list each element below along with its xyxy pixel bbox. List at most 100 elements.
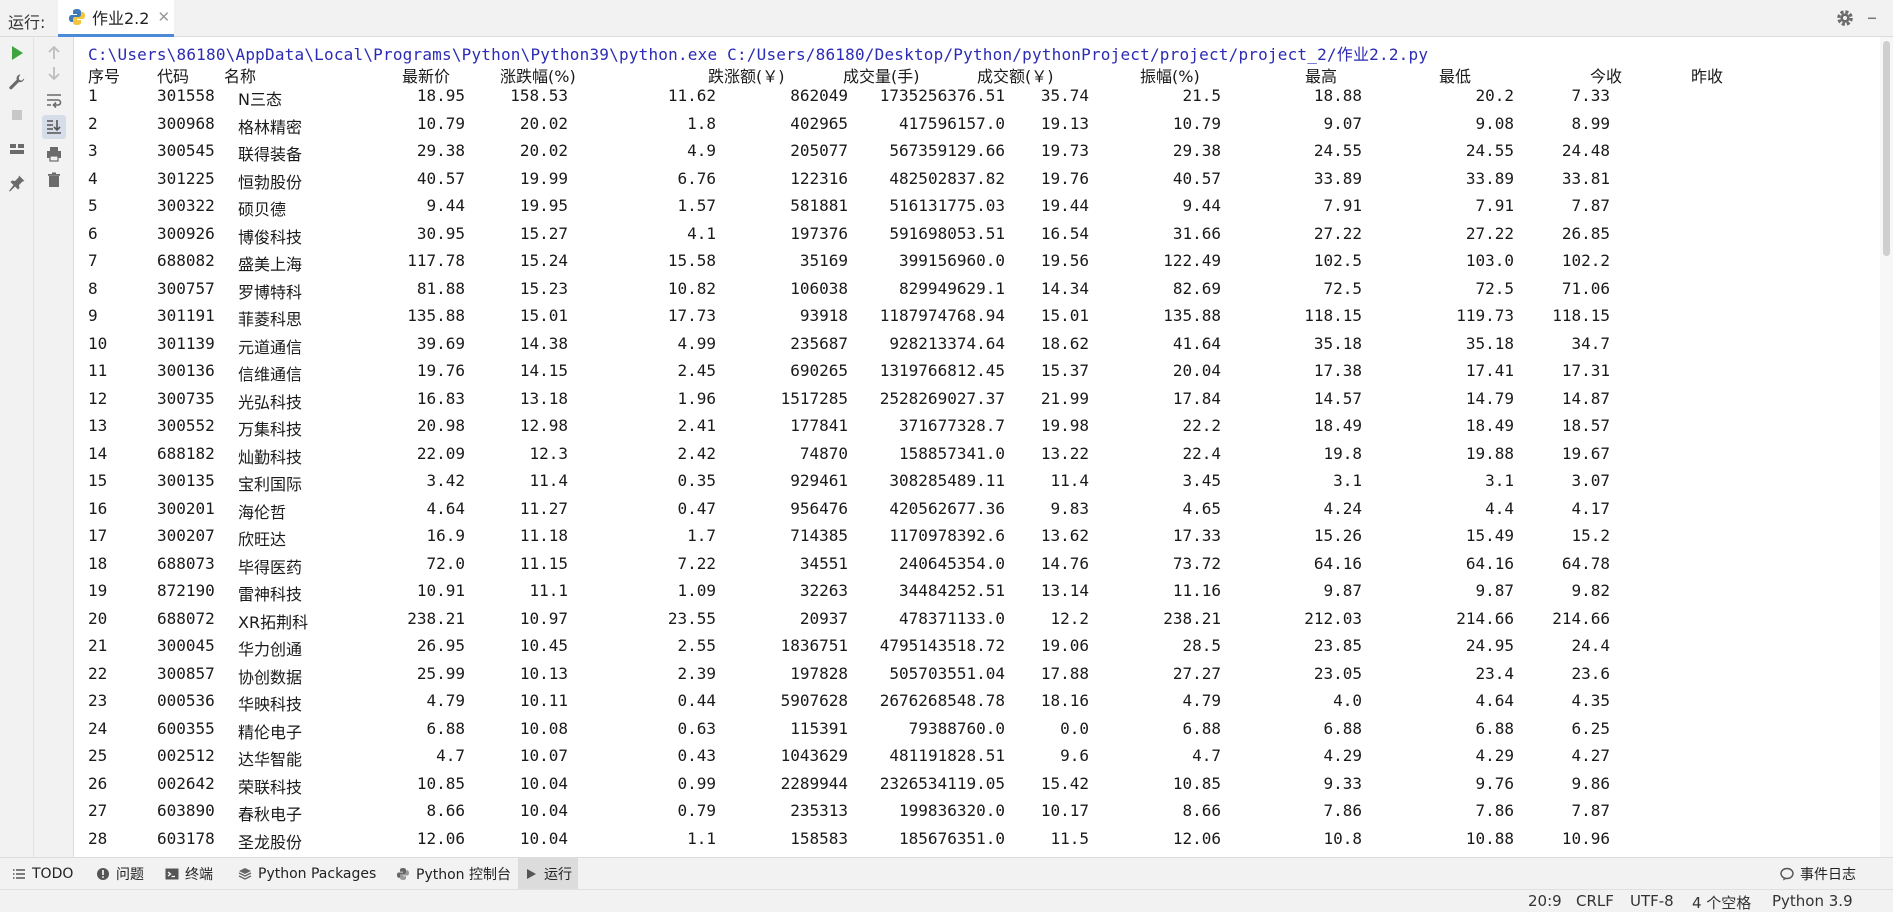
cell-turnover: 1319766812.45 [879, 361, 1005, 380]
rerun-button[interactable] [5, 41, 29, 65]
tab-run[interactable]: 运行 [518, 858, 578, 890]
cell-prev-close: 7.87 [1571, 196, 1610, 215]
cell-index: 1 [88, 86, 98, 105]
minimize-icon[interactable]: – [1867, 6, 1885, 28]
scrollbar-thumb[interactable] [1883, 41, 1890, 256]
run-tab[interactable]: 作业2.2 ✕ [58, 0, 174, 37]
cell-turnover: 516131775.03 [889, 196, 1005, 215]
cell-amplitude: 35.74 [1040, 86, 1089, 105]
cell-open: 14.79 [1465, 388, 1514, 408]
print-button[interactable] [42, 142, 66, 166]
cell-price: 10.91 [416, 581, 465, 600]
cell-name: 灿勤科技 [238, 447, 303, 467]
cell-change-pct: 15.24 [519, 251, 568, 270]
stop-button[interactable] [5, 103, 29, 127]
cell-amplitude: 14.76 [1040, 553, 1089, 573]
table-row: 17 300207 欣旺达 16.9 11.18 1.7 714385 1170978392.… [74, 526, 1880, 553]
cell-change-pct: 11.4 [529, 471, 568, 490]
cell-open: 33.89 [1465, 168, 1514, 188]
cell-low: 4.29 [1323, 746, 1362, 765]
cell-turnover: 417596157.0 [899, 113, 1005, 133]
caret-position[interactable]: 20:9 [1528, 892, 1562, 910]
cell-low: 35.18 [1313, 333, 1362, 353]
cell-volume: 197376 [790, 223, 848, 243]
console-output[interactable]: C:\Users\86180\AppData\Local\Programs\Py… [74, 37, 1880, 857]
cell-index: 7 [88, 251, 98, 270]
table-row: 6 300926 博俊科技 30.95 15.27 4.1 197376 591698053.… [74, 224, 1880, 251]
cell-amplitude: 12.2 [1050, 608, 1089, 628]
run-tool-window-header: 运行: 作业2.2 ✕ – [0, 0, 1893, 37]
edit-configuration-button[interactable] [5, 70, 29, 94]
cell-price: 4.79 [426, 691, 465, 710]
cell-code: 300136 [157, 361, 215, 380]
cell-amplitude: 15.42 [1040, 773, 1089, 793]
cell-change-pct: 11.27 [519, 498, 568, 518]
cell-name: 达华智能 [238, 750, 303, 769]
cell-code: 688073 [157, 553, 215, 573]
cell-name: 格林精密 [238, 117, 303, 137]
cell-high: 29.38 [1172, 141, 1221, 160]
cell-open: 9.87 [1475, 581, 1514, 600]
cell-amplitude: 11.5 [1050, 828, 1089, 848]
clear-all-button[interactable] [42, 168, 66, 192]
layout-button[interactable] [5, 137, 29, 161]
cell-low: 15.26 [1313, 526, 1362, 545]
tab-terminal[interactable]: 终端 [159, 858, 219, 890]
cell-low: 118.15 [1304, 306, 1362, 325]
cell-name: 华力创通 [238, 640, 303, 659]
cell-volume: 1836751 [780, 636, 848, 655]
line-separator[interactable]: CRLF [1576, 892, 1614, 910]
close-icon[interactable]: ✕ [157, 8, 170, 26]
cell-prev-close: 14.87 [1561, 388, 1610, 408]
soft-wrap-button[interactable] [42, 88, 66, 112]
cell-price: 238.21 [407, 608, 465, 628]
tab-todo[interactable]: TODO [6, 858, 79, 890]
pin-tab-button[interactable] [5, 171, 29, 195]
lock-icon[interactable] [1862, 894, 1876, 908]
cell-high: 40.57 [1172, 168, 1221, 188]
cell-turnover: 1735256376.51 [879, 86, 1005, 105]
cell-low: 24.55 [1313, 141, 1362, 160]
pin-icon [9, 175, 25, 192]
column-header: 序号 [88, 67, 121, 86]
table-row: 10 301139 元道通信 39.69 14.38 4.99 235687 92821337… [74, 334, 1880, 361]
cell-amplitude: 9.6 [1060, 746, 1089, 765]
table-row: 1 301558 N三态 18.95 158.53 11.62 862049 17352563… [74, 86, 1880, 113]
tab-python-packages[interactable]: Python Packages [232, 858, 382, 890]
column-header: 跌涨额(￥) [708, 67, 785, 86]
file-encoding[interactable]: UTF-8 [1630, 892, 1674, 910]
cell-price: 6.88 [426, 718, 465, 738]
cell-change-amt: 0.63 [677, 718, 716, 738]
cell-name: 雷神科技 [238, 585, 303, 604]
tab-python-console[interactable]: Python 控制台 [390, 858, 517, 890]
cell-change-pct: 14.38 [519, 333, 568, 353]
cell-prev-close: 102.2 [1561, 251, 1610, 270]
vertical-scrollbar[interactable] [1880, 37, 1893, 857]
status-bar: 20:9 CRLF UTF-8 4 个空格 Python 3.9 [0, 889, 1893, 912]
cell-turnover: 420562677.36 [889, 498, 1005, 518]
indent-setting[interactable]: 4 个空格 [1692, 892, 1751, 912]
tab-title: 作业2.2 [92, 9, 150, 28]
cell-high: 21.5 [1182, 86, 1221, 105]
python-file-icon [69, 9, 85, 25]
gear-icon[interactable] [1835, 8, 1855, 28]
tab-problems[interactable]: 问题 [90, 858, 150, 890]
cell-index: 15 [88, 471, 108, 490]
down-stack-trace-button[interactable] [42, 61, 66, 85]
cell-low: 72.5 [1323, 278, 1362, 298]
scroll-to-end-button[interactable] [42, 115, 66, 139]
cell-high: 9.44 [1182, 196, 1221, 215]
cell-amplitude: 9.83 [1050, 498, 1089, 518]
cell-turnover: 34484252.51 [899, 581, 1005, 600]
cell-high: 17.33 [1172, 526, 1221, 545]
python-interpreter[interactable]: Python 3.9 [1772, 892, 1853, 910]
column-header: 代码 [157, 67, 190, 86]
event-log-button[interactable]: 事件日志 [1774, 858, 1862, 890]
cell-name: 海伦哲 [238, 502, 287, 522]
cell-price: 16.83 [416, 388, 465, 408]
cell-volume: 2289944 [780, 773, 848, 793]
cell-change-amt: 1.09 [677, 581, 716, 600]
cell-open: 7.86 [1475, 801, 1514, 820]
cell-code: 300045 [157, 636, 215, 655]
table-row: 18 688073 毕得医药 72.0 11.15 7.22 34551 240645354.… [74, 554, 1880, 581]
